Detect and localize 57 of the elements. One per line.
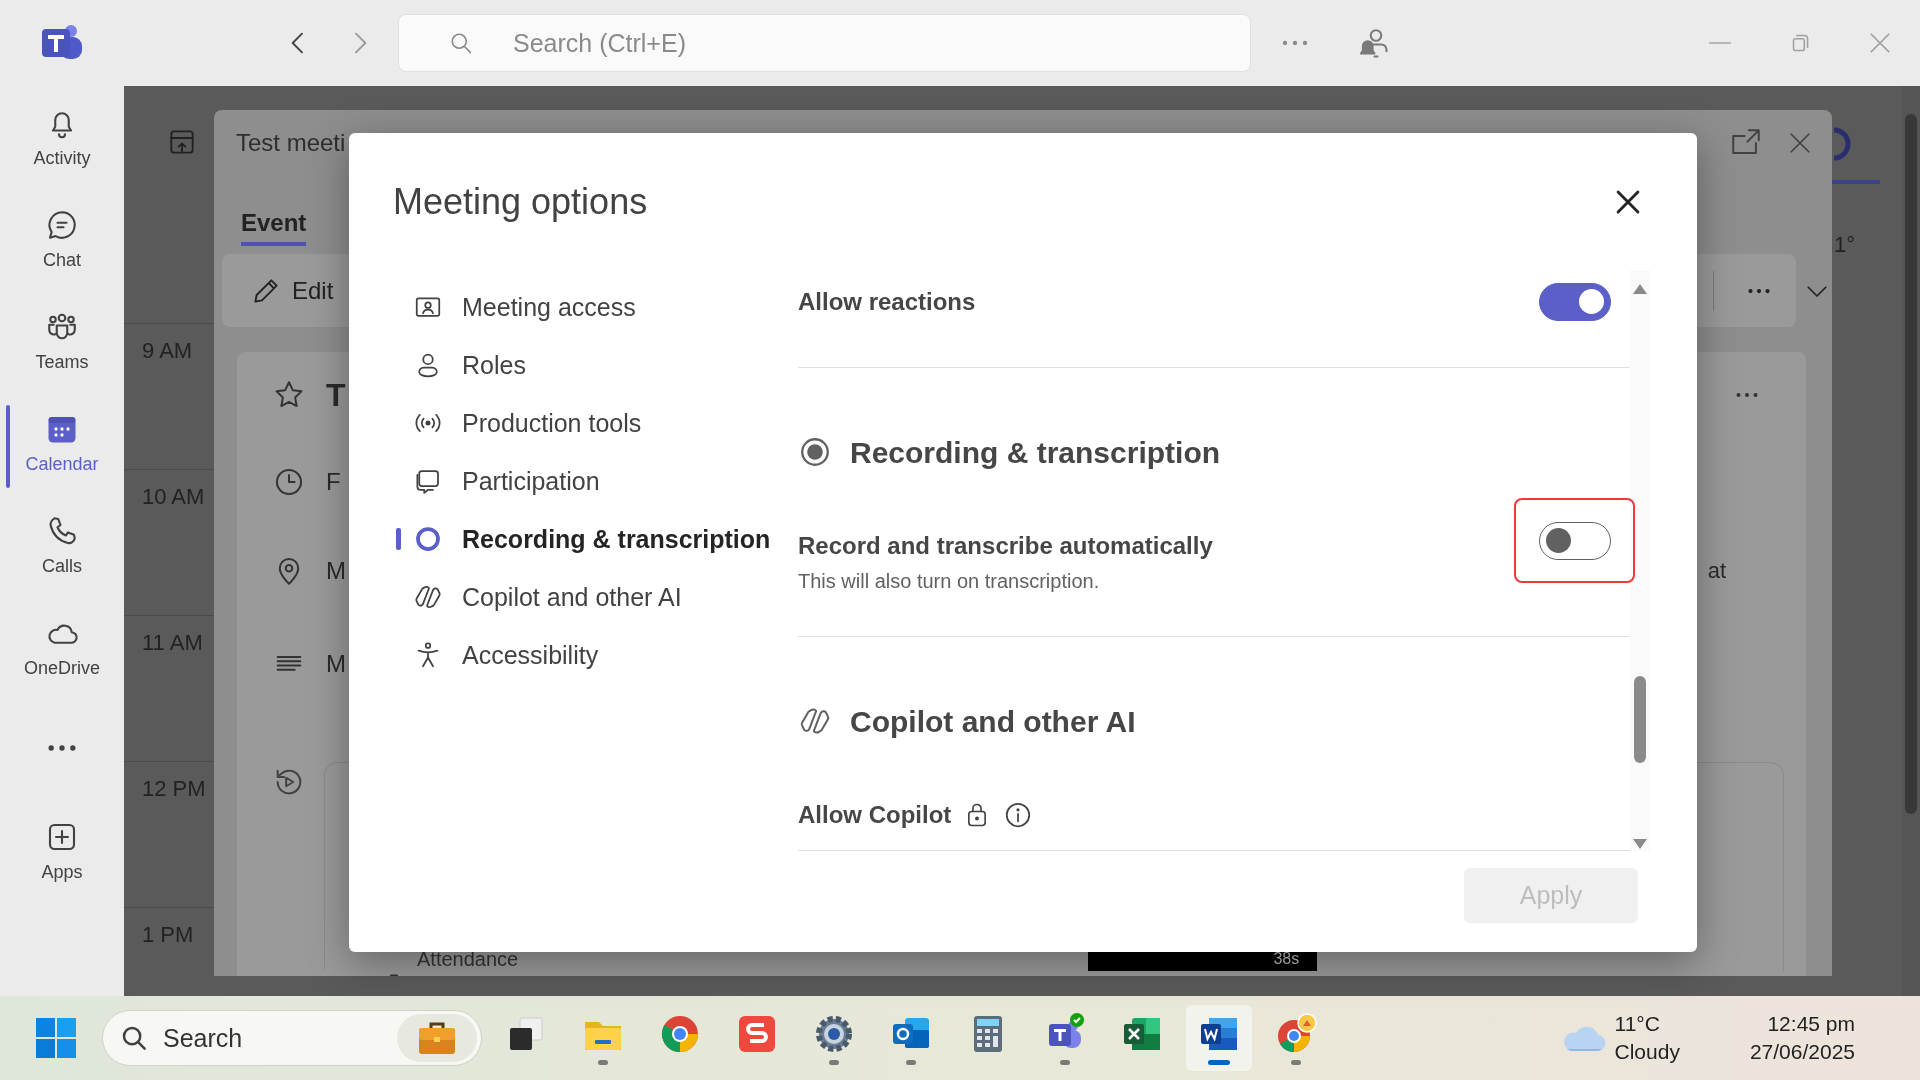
hour-label: 9 AM — [142, 338, 193, 363]
event-description: M — [326, 650, 346, 678]
rail-item[interactable]: Teams — [0, 300, 124, 402]
nav-item[interactable]: Participation — [396, 452, 798, 510]
event-location: M — [326, 556, 346, 585]
dialog-title: Meeting options — [393, 181, 648, 223]
start-icon[interactable] — [34, 1016, 78, 1060]
hour-label: 10 AM — [142, 484, 205, 509]
edit-button[interactable]: Edit — [250, 274, 334, 307]
search-input[interactable]: Search — [163, 1023, 353, 1053]
setting-label: Record and transcribe automatically — [798, 531, 1213, 561]
tab[interactable]: Event — [241, 176, 307, 246]
scrollbar[interactable] — [1630, 270, 1650, 851]
taskbar-search-bar[interactable]: Search — [102, 1010, 482, 1066]
temperature-fragment: 1° — [1834, 232, 1856, 258]
rail-item[interactable]: Activity — [0, 96, 124, 198]
scroll-up-arrow-icon[interactable] — [1633, 284, 1647, 294]
event-heading: T — [326, 376, 346, 414]
search-input[interactable]: Search (Ctrl+E) — [513, 28, 1113, 58]
rail-item[interactable]: Apps — [0, 810, 124, 912]
setting-description: This will also turn on transcription. — [798, 569, 1101, 594]
section-title: Copilot and other AI — [850, 704, 1136, 740]
selection-indicator — [396, 528, 401, 550]
nav-item[interactable]: Meeting access — [396, 278, 798, 336]
hour-label: 12 PM — [142, 776, 206, 801]
setting-label: Allow reactions — [798, 288, 976, 315]
rail-item[interactable]: OneDrive — [0, 606, 124, 708]
weather-condition: Cloudy — [1614, 1039, 1680, 1065]
rail-item[interactable]: Calendar — [0, 402, 124, 504]
video-duration: 38s — [1273, 950, 1300, 968]
minimize-icon — [1709, 42, 1731, 44]
event-title: Test meeti — [236, 129, 346, 157]
hour-label: 11 AM — [142, 630, 203, 655]
rail-item[interactable]: Chat — [0, 198, 124, 300]
clock-time: 12:45 pm — [1767, 1011, 1855, 1037]
weather-temperature: 11°C — [1614, 1011, 1661, 1037]
toggle-switch[interactable] — [1538, 521, 1611, 560]
event-side-text: at — [1707, 557, 1726, 584]
taskbar-app-button[interactable] — [1185, 1005, 1252, 1071]
nav-item[interactable]: Recording & transcription — [396, 510, 798, 568]
scroll-down-arrow-icon[interactable] — [1633, 839, 1647, 849]
hour-label: 1 PM — [142, 922, 194, 947]
record-icon — [413, 524, 443, 554]
search-bar[interactable]: Search (Ctrl+E) — [398, 14, 1251, 72]
scroll-thumb[interactable] — [1634, 676, 1646, 763]
event-time: F — [326, 468, 341, 496]
radio-icon — [798, 435, 832, 469]
rail-item[interactable]: Calls — [0, 504, 124, 606]
clock-date: 27/06/2025 — [1749, 1039, 1855, 1065]
nav-item[interactable]: Production tools — [396, 394, 798, 452]
toggle-switch[interactable] — [1538, 283, 1611, 321]
nav-item[interactable]: Copilot and other AI — [396, 568, 798, 626]
scrollbar[interactable] — [1902, 86, 1920, 996]
setting-label: Allow Copilot — [798, 800, 952, 830]
section-title: Recording & transcription — [850, 435, 1221, 471]
nav-item[interactable]: Roles — [396, 336, 798, 394]
nav-item[interactable]: Accessibility — [396, 626, 798, 684]
